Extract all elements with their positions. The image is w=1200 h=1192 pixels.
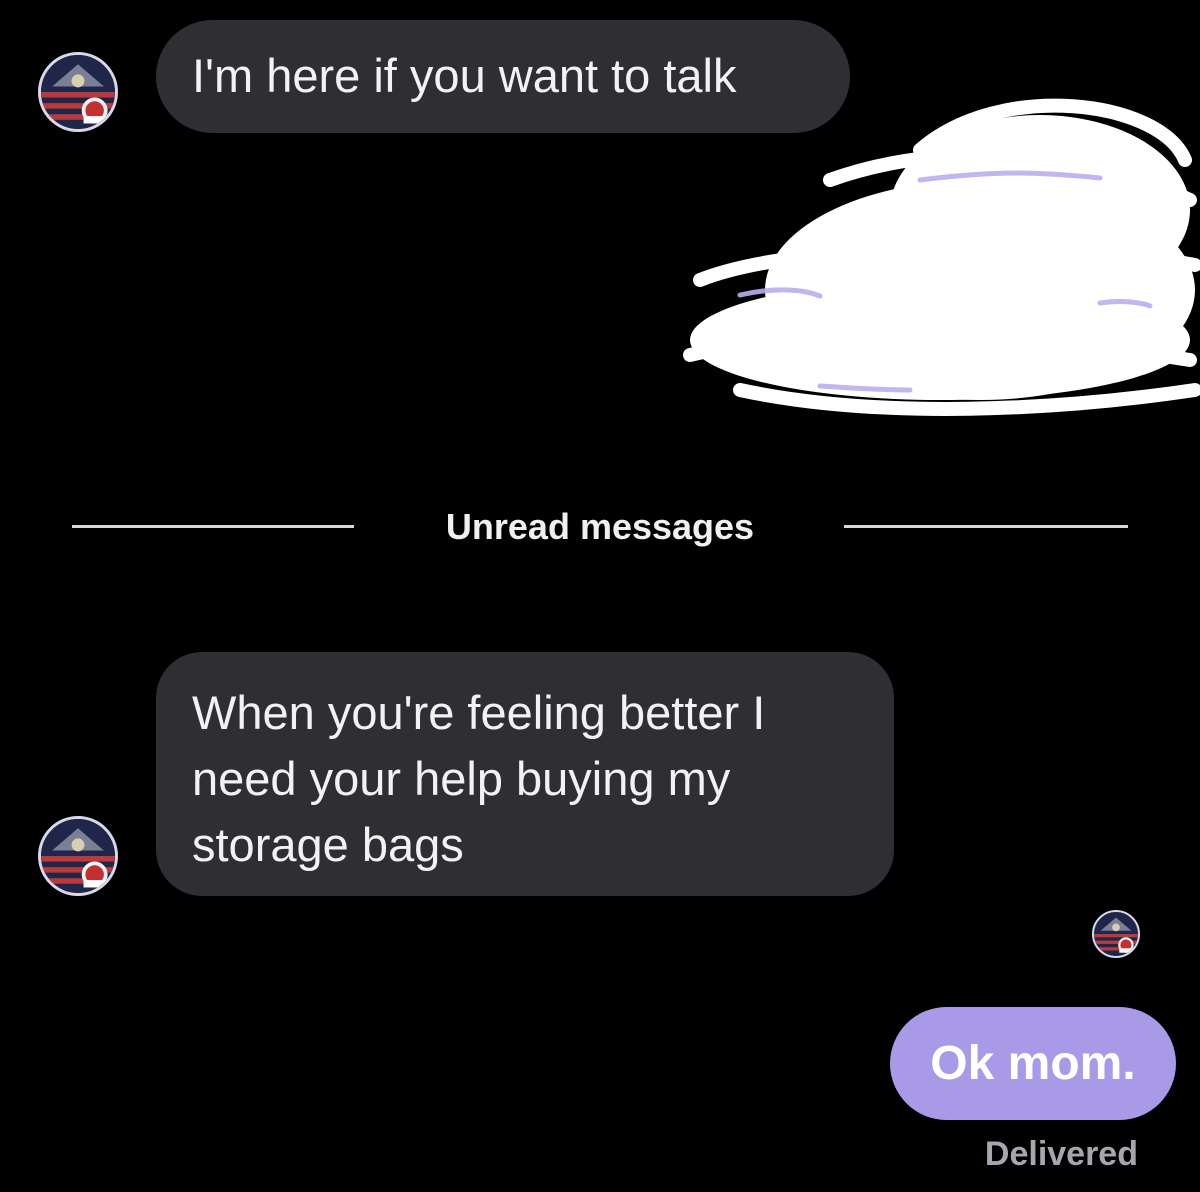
message-text: Ok mom. [930,1037,1136,1090]
redaction-scribble [683,98,1200,416]
message-text: I'm here if you want to talk [192,49,737,102]
delivery-status: Delivered [984,1135,1138,1173]
divider-line-right [844,525,1128,528]
unread-divider: Unread messages [0,505,1200,549]
incoming-message-bubble[interactable]: When you're feeling better I need your h… [156,652,894,896]
outgoing-message-bubble[interactable]: Ok mom. [890,1007,1176,1120]
avatar-image [41,55,115,129]
unread-divider-label: Unread messages [445,506,755,547]
divider-line-left [72,525,354,528]
message-text: When you're feeling better I need your h… [192,686,766,871]
contact-avatar[interactable] [38,816,118,896]
avatar-image [41,819,115,893]
avatar-image [1094,912,1138,956]
contact-avatar[interactable] [38,52,118,132]
read-receipt-avatar [1092,910,1140,958]
